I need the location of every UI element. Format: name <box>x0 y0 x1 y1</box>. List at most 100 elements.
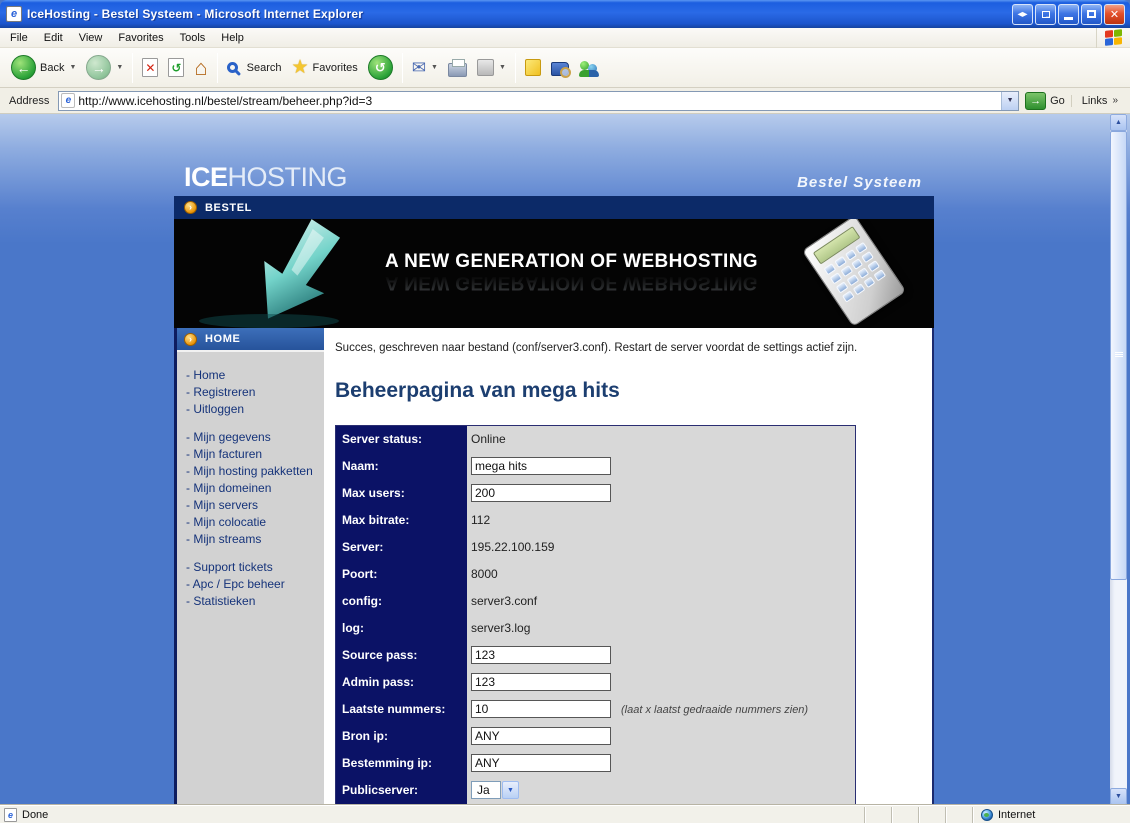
status-document-icon: e <box>4 808 17 822</box>
status-pane <box>945 807 972 823</box>
resize-arrows-button[interactable]: ◂▸ <box>1012 4 1033 25</box>
input-bestemming-ip[interactable] <box>471 754 611 772</box>
forward-dropdown-icon[interactable]: ▼ <box>116 64 123 71</box>
menu-edit[interactable]: Edit <box>36 32 71 44</box>
refresh-button[interactable]: ↺ <box>163 55 189 80</box>
form-row-bestemming-ip: Bestemming ip: <box>336 750 855 777</box>
scrollbar-grip <box>1115 352 1123 358</box>
back-label: Back <box>40 62 64 74</box>
edit-button[interactable]: ▼ <box>472 56 511 79</box>
menu-favorites[interactable]: Favorites <box>110 32 171 44</box>
note-laatste-nummers: (laat x laatst gedraaide nummers zien) <box>621 700 808 716</box>
links-toolbar[interactable]: Links » <box>1071 95 1126 107</box>
sidebar-header-label: HOME <box>205 333 240 345</box>
edit-dropdown-icon[interactable]: ▼ <box>499 64 506 71</box>
sidebar-link-registreren[interactable]: Registreren <box>186 385 320 399</box>
messenger-button[interactable] <box>574 56 604 80</box>
print-button[interactable] <box>443 56 472 80</box>
input-admin-pass[interactable] <box>471 673 611 691</box>
form-row-server: Server:195.22.100.159 <box>336 534 855 561</box>
main-content: Succes, geschreven naar bestand (conf/se… <box>324 328 934 805</box>
status-pane <box>864 807 891 823</box>
bestel-bar: › BESTEL <box>174 196 934 219</box>
banner-title-reflection: A NEW GENERATION OF WEBHOSTING <box>384 271 759 293</box>
sidebar-link-uitloggen[interactable]: Uitloggen <box>186 402 320 416</box>
sidebar-link-mijn-gegevens[interactable]: Mijn gegevens <box>186 430 320 444</box>
form-label-server: Server: <box>336 534 467 561</box>
maximize-button[interactable] <box>1081 4 1102 25</box>
input-laatste-nummers[interactable] <box>471 700 611 718</box>
sidebar-link-home[interactable]: Home <box>186 368 320 382</box>
menu-tools[interactable]: Tools <box>172 32 214 44</box>
form-row-bron-ip: Bron ip: <box>336 723 855 750</box>
menu-help[interactable]: Help <box>213 32 252 44</box>
mail-button[interactable]: ✉ ▼ <box>407 56 443 79</box>
scroll-down-button[interactable]: ▼ <box>1110 788 1127 805</box>
value-max-bitrate: 112 <box>471 511 490 527</box>
scroll-up-button[interactable]: ▲ <box>1110 114 1127 131</box>
form-value-naam <box>467 453 855 480</box>
forward-button[interactable]: → ▼ <box>81 52 128 83</box>
sidebar-link-mijn-colocatie[interactable]: Mijn colocatie <box>186 515 320 529</box>
research-button[interactable] <box>546 56 574 79</box>
form-value-bron-ip <box>467 723 855 750</box>
scrollbar-thumb[interactable] <box>1110 131 1127 580</box>
sidebar-link-support-tickets[interactable]: Support tickets <box>186 560 320 574</box>
vertical-scrollbar[interactable]: ▲ ▼ <box>1110 114 1127 805</box>
discuss-button[interactable] <box>520 56 546 79</box>
links-chevron-icon: » <box>1112 95 1118 106</box>
close-button[interactable]: ✕ <box>1104 4 1125 25</box>
undock-window-button[interactable]: → <box>1035 4 1056 25</box>
minimize-button[interactable] <box>1058 4 1079 25</box>
home-button[interactable]: ⌂ <box>189 54 212 82</box>
favorites-button[interactable]: ★ Favorites <box>287 55 363 80</box>
form-row-log: log:server3.log <box>336 615 855 642</box>
back-button[interactable]: ← Back ▼ <box>6 52 81 83</box>
input-max-users[interactable] <box>471 484 611 502</box>
address-input[interactable] <box>78 94 1001 108</box>
status-pane <box>918 807 945 823</box>
history-button[interactable]: ↺ <box>363 52 398 83</box>
sidebar-link-apc-epc-beheer[interactable]: Apc / Epc beheer <box>186 577 320 591</box>
address-label: Address <box>0 95 58 107</box>
sidebar-link-mijn-hosting-pakketten[interactable]: Mijn hosting pakketten <box>186 464 320 478</box>
select-publicserver[interactable]: Ja▼ <box>471 781 519 799</box>
input-bron-ip[interactable] <box>471 727 611 745</box>
form-label-server-status: Server status: <box>336 426 467 453</box>
forward-icon: → <box>86 55 111 80</box>
value-server-status: Online <box>471 430 506 446</box>
back-icon: ← <box>11 55 36 80</box>
sidebar-link-mijn-servers[interactable]: Mijn servers <box>186 498 320 512</box>
address-combo[interactable]: e ▼ <box>58 91 1019 111</box>
address-dropdown-icon[interactable]: ▼ <box>1001 92 1018 110</box>
form-row-max-bitrate: Max bitrate:112 <box>336 507 855 534</box>
menu-file[interactable]: File <box>2 32 36 44</box>
home-icon: ⌂ <box>194 57 207 79</box>
sidebar-link-statistieken[interactable]: Statistieken <box>186 594 320 608</box>
search-button[interactable]: Search <box>222 59 287 77</box>
banner-title: A NEW GENERATION OF WEBHOSTING <box>384 251 759 273</box>
sidebar-link-mijn-domeinen[interactable]: Mijn domeinen <box>186 481 320 495</box>
select-arrow-icon[interactable]: ▼ <box>502 781 519 799</box>
input-naam[interactable] <box>471 457 611 475</box>
back-dropdown-icon[interactable]: ▼ <box>69 64 76 71</box>
go-button[interactable]: → <box>1025 92 1046 110</box>
maximize-icon <box>1087 10 1096 18</box>
sidebar-link-mijn-streams[interactable]: Mijn streams <box>186 532 320 546</box>
search-label: Search <box>247 62 282 74</box>
form-value-server-status: Online <box>467 426 855 453</box>
ie-page-icon: e <box>61 93 75 108</box>
input-source-pass[interactable] <box>471 646 611 664</box>
menu-view[interactable]: View <box>71 32 111 44</box>
form-row-poort: Poort:8000 <box>336 561 855 588</box>
form-label-poort: Poort: <box>336 561 467 588</box>
browser-viewport: ICEHOSTING Bestel Systeem › BESTEL <box>0 114 1130 805</box>
sidebar-link-mijn-facturen[interactable]: Mijn facturen <box>186 447 320 461</box>
go-label[interactable]: Go <box>1050 95 1065 107</box>
toolbar-separator <box>132 53 133 83</box>
status-text: Done <box>22 809 48 821</box>
browser-window: e IceHosting - Bestel Systeem - Microsof… <box>0 0 1130 823</box>
logo-hosting: HOSTING <box>228 162 348 192</box>
stop-button[interactable]: ✕ <box>137 55 163 80</box>
mail-dropdown-icon[interactable]: ▼ <box>431 64 438 71</box>
